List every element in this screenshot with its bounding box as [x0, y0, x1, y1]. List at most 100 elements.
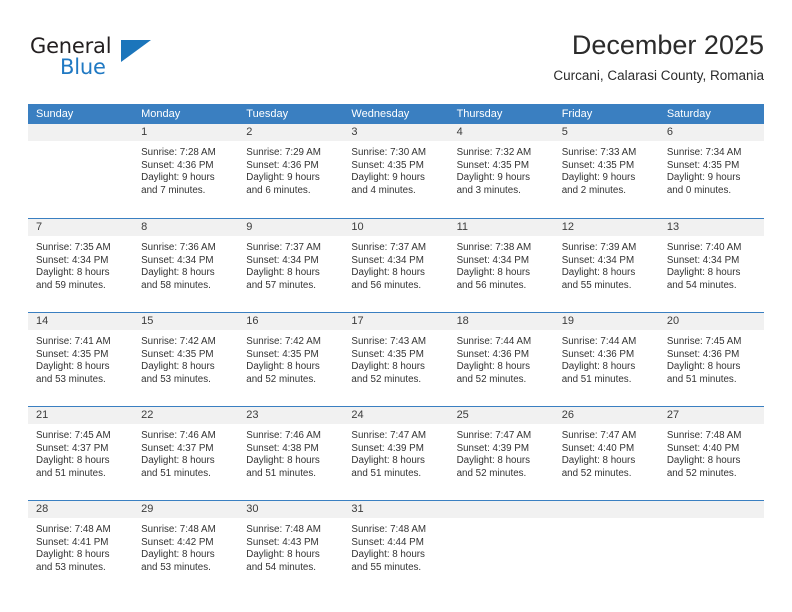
day-sunrise-text: Sunrise: 7:36 AM: [141, 242, 216, 253]
calendar-day-cell[interactable]: 27 Sunrise: 7:48 AM Sunset: 4:40 PM Dayligh…: [658, 407, 764, 500]
day-number: [658, 501, 764, 518]
day-sunrise-text: Sunrise: 7:42 AM: [246, 336, 321, 347]
day-daylight-line2-text: and 51 minutes.: [561, 373, 632, 385]
day-number: 22: [133, 407, 239, 424]
day-sun-info: [659, 518, 764, 524]
day-sunset-text: Sunset: 4:39 PM: [351, 442, 424, 454]
day-sunset-text: Sunset: 4:37 PM: [36, 442, 109, 454]
calendar-day-cell[interactable]: 13 Sunrise: 7:40 AM Sunset: 4:34 PM Dayligh…: [658, 219, 764, 312]
day-sunset-text: Sunset: 4:35 PM: [246, 348, 319, 360]
day-sun-info: Sunrise: 7:33 AM Sunset: 4:35 PM Daylight:…: [554, 141, 659, 197]
day-sunset-text: Sunset: 4:34 PM: [666, 254, 740, 266]
calendar-day-cell[interactable]: 15 Sunrise: 7:42 AM Sunset: 4:35 PM Dayligh…: [133, 313, 239, 406]
day-number: 30: [238, 501, 344, 518]
day-sunrise-text: Sunrise: 7:48 AM: [246, 524, 321, 535]
day-daylight-line1-text: Daylight: 8 hours: [246, 549, 320, 561]
day-sun-info: Sunrise: 7:46 AM Sunset: 4:38 PM Daylight:…: [238, 424, 343, 480]
calendar-day-cell[interactable]: 7 Sunrise: 7:35 AM Sunset: 4:34 PM Daylight…: [28, 219, 134, 312]
calendar-day-cell[interactable]: 11 Sunrise: 7:38 AM Sunset: 4:34 PM Dayligh…: [448, 219, 554, 312]
calendar-day-cell[interactable]: 2 Sunrise: 7:29 AM Sunset: 4:36 PM Daylight…: [238, 124, 344, 218]
day-sunrise-text: Sunrise: 7:33 AM: [561, 147, 637, 158]
day-daylight-line2-text: and 55 minutes.: [351, 561, 422, 573]
calendar-day-cell[interactable]: 6 Sunrise: 7:34 AM Sunset: 4:35 PM Daylight…: [658, 124, 764, 218]
calendar-day-cell[interactable]: 1 Sunrise: 7:28 AM Sunset: 4:36 PM Daylight…: [133, 124, 239, 218]
day-number: 4: [448, 124, 554, 141]
calendar-day-cell[interactable]: 24 Sunrise: 7:47 AM Sunset: 4:39 PM Dayligh…: [343, 407, 449, 500]
day-daylight-line1-text: Daylight: 8 hours: [666, 455, 741, 467]
day-daylight-line1-text: Daylight: 8 hours: [246, 361, 320, 373]
calendar-week-row: 7 Sunrise: 7:35 AM Sunset: 4:34 PM Daylight…: [28, 218, 764, 312]
calendar-day-cell[interactable]: 30 Sunrise: 7:48 AM Sunset: 4:43 PM Dayligh…: [238, 501, 344, 594]
calendar-day-cell[interactable]: 17 Sunrise: 7:43 AM Sunset: 4:35 PM Dayligh…: [343, 313, 449, 406]
day-sunrise-text: Sunrise: 7:37 AM: [246, 242, 321, 253]
calendar-weeks: 1 Sunrise: 7:28 AM Sunset: 4:36 PM Daylight…: [28, 124, 764, 594]
calendar-day-cell[interactable]: 31 Sunrise: 7:48 AM Sunset: 4:44 PM Dayligh…: [343, 501, 449, 594]
day-daylight-line2-text: and 54 minutes.: [666, 279, 737, 291]
calendar-day-cell[interactable]: 5 Sunrise: 7:33 AM Sunset: 4:35 PM Daylight…: [553, 124, 659, 218]
page-subtitle: Curcani, Calarasi County, Romania: [553, 68, 764, 83]
day-sunrise-text: Sunrise: 7:29 AM: [246, 147, 321, 158]
day-number: 9: [238, 219, 344, 236]
day-daylight-line1-text: Daylight: 9 hours: [246, 172, 320, 184]
day-sun-info: [554, 518, 659, 524]
calendar-day-cell[interactable]: 9 Sunrise: 7:37 AM Sunset: 4:34 PM Daylight…: [238, 219, 344, 312]
calendar-day-cell[interactable]: 3 Sunrise: 7:30 AM Sunset: 4:35 PM Daylight…: [343, 124, 449, 218]
day-daylight-line2-text: and 52 minutes.: [561, 467, 632, 479]
day-sunset-text: Sunset: 4:34 PM: [351, 254, 424, 266]
day-sun-info: [28, 141, 133, 147]
day-sun-info: Sunrise: 7:47 AM Sunset: 4:39 PM Daylight:…: [343, 424, 448, 480]
calendar-day-cell-empty: [553, 501, 659, 594]
calendar-week-row: 1 Sunrise: 7:28 AM Sunset: 4:36 PM Daylight…: [28, 124, 764, 218]
day-sunrise-text: Sunrise: 7:48 AM: [351, 524, 427, 535]
calendar-day-cell[interactable]: 26 Sunrise: 7:47 AM Sunset: 4:40 PM Dayligh…: [553, 407, 659, 500]
day-daylight-line2-text: and 58 minutes.: [141, 279, 211, 291]
day-sunset-text: Sunset: 4:34 PM: [561, 254, 635, 266]
day-sunrise-text: Sunrise: 7:46 AM: [141, 430, 216, 441]
calendar-day-cell[interactable]: 8 Sunrise: 7:36 AM Sunset: 4:34 PM Daylight…: [133, 219, 239, 312]
day-daylight-line2-text: and 53 minutes.: [36, 373, 106, 385]
day-sun-info: Sunrise: 7:30 AM Sunset: 4:35 PM Daylight:…: [343, 141, 448, 197]
day-number: 28: [28, 501, 134, 518]
calendar-day-cell[interactable]: 14 Sunrise: 7:41 AM Sunset: 4:35 PM Dayligh…: [28, 313, 134, 406]
calendar-day-cell[interactable]: 28 Sunrise: 7:48 AM Sunset: 4:41 PM Dayligh…: [28, 501, 134, 594]
generalblue-logo[interactable]: General Blue: [28, 34, 158, 86]
day-number: 27: [658, 407, 764, 424]
day-sunrise-text: Sunrise: 7:47 AM: [561, 430, 637, 441]
calendar-day-cell[interactable]: 25 Sunrise: 7:47 AM Sunset: 4:39 PM Dayligh…: [448, 407, 554, 500]
calendar-day-cell[interactable]: 18 Sunrise: 7:44 AM Sunset: 4:36 PM Dayligh…: [448, 313, 554, 406]
page-header: General Blue December 2025 Curcani, Cala…: [28, 28, 764, 98]
calendar-day-cell[interactable]: 21 Sunrise: 7:45 AM Sunset: 4:37 PM Dayligh…: [28, 407, 134, 500]
calendar-day-cell[interactable]: 23 Sunrise: 7:46 AM Sunset: 4:38 PM Dayligh…: [238, 407, 344, 500]
day-number: 12: [553, 219, 659, 236]
calendar-day-cell-empty: [658, 501, 764, 594]
day-sun-info: Sunrise: 7:47 AM Sunset: 4:40 PM Daylight:…: [554, 424, 659, 480]
day-sunset-text: Sunset: 4:34 PM: [246, 254, 319, 266]
calendar-day-cell-empty: [448, 501, 554, 594]
calendar-day-cell[interactable]: 20 Sunrise: 7:45 AM Sunset: 4:36 PM Dayligh…: [658, 313, 764, 406]
day-number: [448, 501, 554, 518]
calendar-day-cell[interactable]: 12 Sunrise: 7:39 AM Sunset: 4:34 PM Dayligh…: [553, 219, 659, 312]
calendar-day-cell[interactable]: 4 Sunrise: 7:32 AM Sunset: 4:35 PM Daylight…: [448, 124, 554, 218]
day-number: 14: [28, 313, 134, 330]
calendar-day-cell[interactable]: 22 Sunrise: 7:46 AM Sunset: 4:37 PM Dayligh…: [133, 407, 239, 500]
calendar-day-cell[interactable]: 16 Sunrise: 7:42 AM Sunset: 4:35 PM Dayligh…: [238, 313, 344, 406]
day-sunset-text: Sunset: 4:36 PM: [456, 348, 529, 360]
day-sun-info: Sunrise: 7:45 AM Sunset: 4:37 PM Daylight:…: [28, 424, 133, 480]
weekday-header-tuesday: Tuesday: [246, 108, 289, 120]
day-daylight-line1-text: Daylight: 8 hours: [141, 361, 215, 373]
day-sunrise-text: Sunrise: 7:41 AM: [36, 336, 111, 347]
weekday-header-sunday: Sunday: [36, 108, 74, 120]
calendar-day-cell[interactable]: 10 Sunrise: 7:37 AM Sunset: 4:34 PM Dayligh…: [343, 219, 449, 312]
day-number: 19: [553, 313, 659, 330]
day-sunrise-text: Sunrise: 7:48 AM: [666, 430, 742, 441]
day-sunrise-text: Sunrise: 7:37 AM: [351, 242, 427, 253]
calendar-day-cell[interactable]: 29 Sunrise: 7:48 AM Sunset: 4:42 PM Dayligh…: [133, 501, 239, 594]
calendar-day-cell[interactable]: 19 Sunrise: 7:44 AM Sunset: 4:36 PM Dayligh…: [553, 313, 659, 406]
day-sunrise-text: Sunrise: 7:45 AM: [36, 430, 111, 441]
day-daylight-line2-text: and 7 minutes.: [141, 184, 206, 196]
day-sun-info: Sunrise: 7:29 AM Sunset: 4:36 PM Daylight:…: [238, 141, 343, 197]
day-sun-info: Sunrise: 7:28 AM Sunset: 4:36 PM Daylight:…: [133, 141, 238, 197]
day-daylight-line2-text: and 6 minutes.: [246, 184, 311, 196]
day-number: 15: [133, 313, 239, 330]
day-sun-info: Sunrise: 7:41 AM Sunset: 4:35 PM Daylight:…: [28, 330, 133, 386]
